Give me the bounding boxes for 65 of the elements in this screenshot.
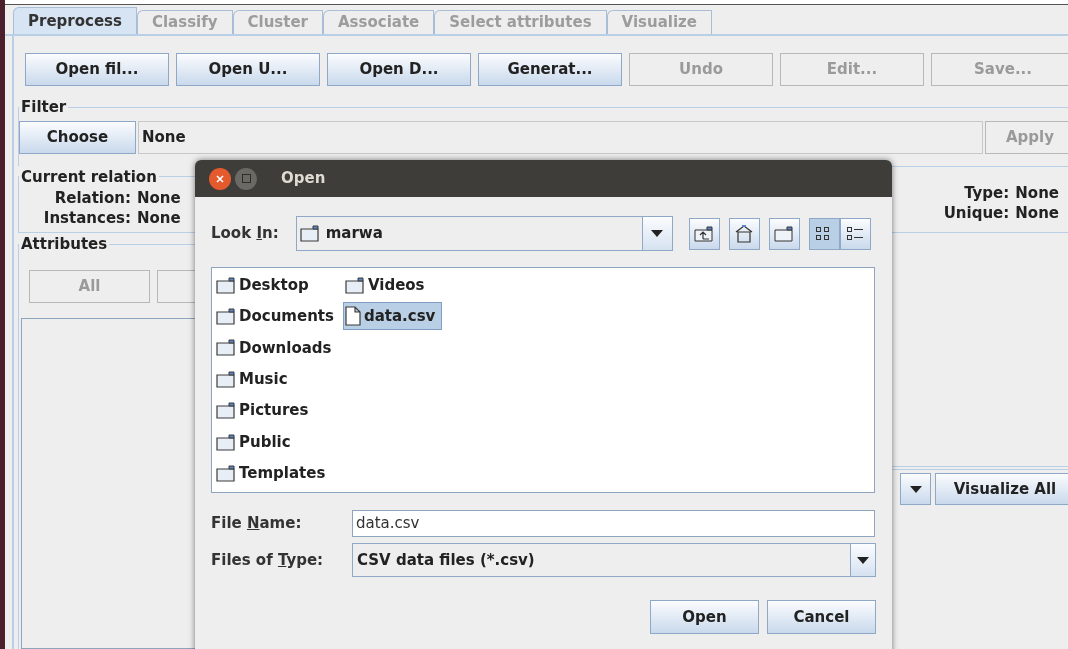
- folder-icon: [216, 276, 236, 294]
- folder-icon: [216, 433, 236, 451]
- toolbar-button[interactable]: Generat...: [478, 53, 622, 86]
- dropdown-arrow-icon: [651, 230, 664, 237]
- file-item[interactable]: Music: [214, 365, 341, 394]
- folder-icon: [216, 370, 236, 388]
- new-folder-button[interactable]: [768, 217, 800, 250]
- folder-icon: [299, 225, 320, 242]
- details-view-button[interactable]: [839, 217, 871, 250]
- choose-button[interactable]: Choose: [19, 120, 136, 154]
- field-label: Type:: [963, 182, 1010, 203]
- class-dropdown[interactable]: [900, 473, 931, 505]
- visualize-all-button[interactable]: Visualize All: [935, 473, 1068, 505]
- home-icon: [734, 224, 755, 243]
- field-label: Unique:: [942, 202, 1010, 223]
- file-item[interactable]: Documents: [214, 302, 341, 331]
- file-item[interactable]: Templates: [214, 459, 341, 488]
- toolbar-button[interactable]: Open D...: [327, 53, 471, 86]
- field-label: Instances:: [42, 208, 131, 228]
- dialog-title: Open: [281, 168, 326, 190]
- close-button[interactable]: [209, 167, 231, 190]
- file-item[interactable]: Videos: [342, 271, 443, 299]
- filter-field[interactable]: None: [138, 120, 983, 154]
- look-in-dropdown[interactable]: marwa: [295, 216, 673, 251]
- files-of-type-label: Files of Type:: [211, 550, 324, 569]
- toolbar-button[interactable]: Open fil...: [25, 53, 169, 86]
- file-icon: [344, 306, 361, 327]
- dropdown-arrow-icon: [857, 556, 869, 564]
- look-in-label: Look In:: [211, 223, 279, 245]
- folder-icon: [216, 402, 236, 420]
- field-value: None: [137, 188, 181, 208]
- folder-icon: [216, 307, 236, 325]
- list-view-button[interactable]: [808, 217, 840, 250]
- look-in-value: marwa: [325, 223, 383, 245]
- file-item[interactable]: data.csv: [342, 302, 443, 331]
- group-title: Current relation: [21, 167, 157, 186]
- file-type-dropdown[interactable]: CSV data files (*.csv): [352, 543, 876, 577]
- file-item[interactable]: Desktop: [214, 271, 341, 299]
- tab[interactable]: Preprocess: [13, 7, 137, 34]
- field-value: None: [137, 208, 181, 228]
- file-name-field[interactable]: data.csv: [352, 510, 875, 537]
- up-folder-button[interactable]: [688, 217, 720, 250]
- field-label: Relation:: [53, 188, 131, 208]
- folder-icon: [344, 276, 365, 294]
- file-type-value: CSV data files (*.csv): [356, 549, 536, 571]
- group-title: Attributes: [21, 235, 108, 253]
- file-item[interactable]: Public: [214, 428, 341, 457]
- group-title: Filter: [21, 98, 67, 116]
- up-folder-icon: [694, 225, 715, 242]
- file-item[interactable]: Pictures: [214, 396, 341, 425]
- file-item[interactable]: Downloads: [214, 333, 341, 362]
- file-name-label: File Name:: [211, 514, 302, 533]
- home-button[interactable]: [728, 217, 760, 250]
- folder-icon: [774, 225, 795, 242]
- details-view-icon: [846, 225, 865, 242]
- toolbar-button[interactable]: Open U...: [176, 53, 320, 86]
- dialog-button[interactable]: Cancel: [767, 600, 876, 634]
- close-icon: [216, 174, 224, 183]
- field-value: None: [1015, 202, 1059, 223]
- folder-icon: [216, 339, 236, 357]
- maximize-icon: [241, 174, 251, 183]
- dialog-button[interactable]: Open: [650, 600, 759, 634]
- dropdown-arrow-icon: [909, 485, 922, 493]
- folder-icon: [216, 465, 236, 483]
- field-value: None: [1015, 182, 1059, 203]
